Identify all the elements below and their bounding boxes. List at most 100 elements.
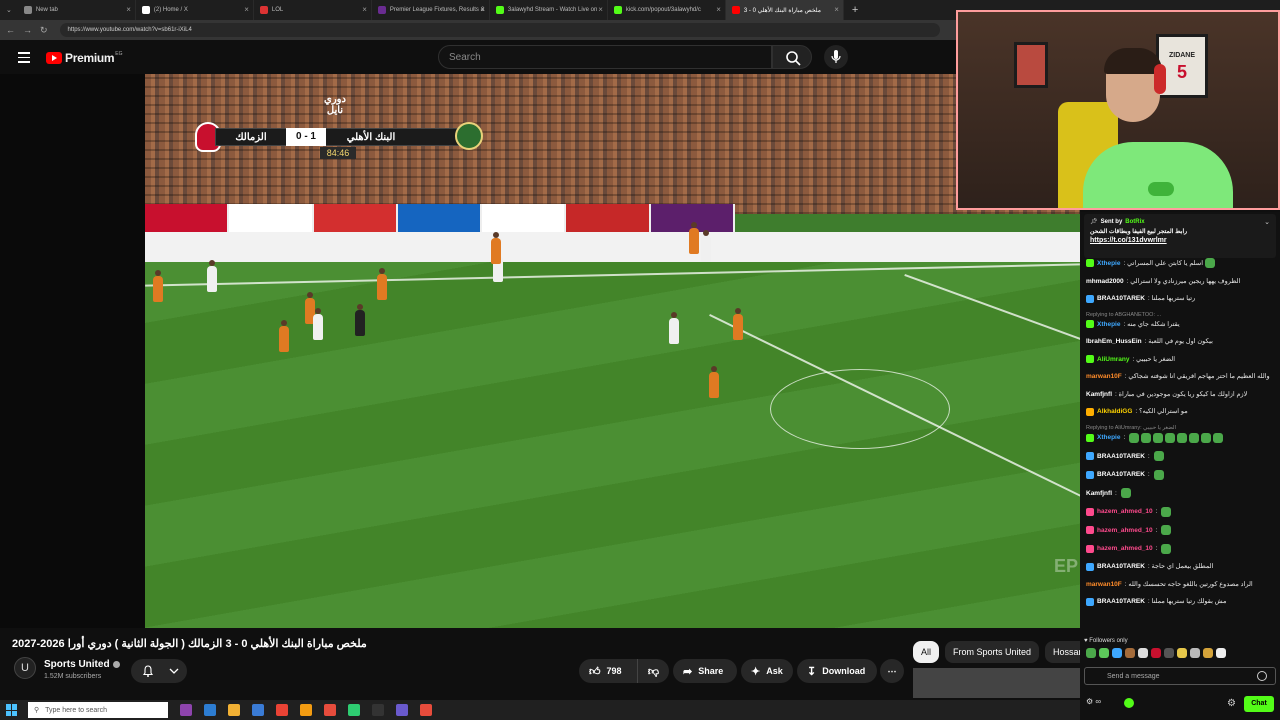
chat-username[interactable]: hazem_ahmed_10: [1097, 544, 1153, 553]
emote[interactable]: [1099, 648, 1109, 658]
browser-tab[interactable]: Premier League Fixtures, Results & ×: [372, 0, 490, 20]
headset: [1154, 64, 1166, 94]
browser-tab[interactable]: kick.com/popout/3alawyhd/c ×: [608, 0, 726, 20]
microphone-icon: [831, 50, 841, 63]
tab-favicon-icon: [141, 6, 150, 14]
browser-tab[interactable]: LOL ×: [254, 0, 372, 20]
taskbar-app-icon[interactable]: [204, 704, 216, 716]
dislike-button[interactable]: 👎︎: [637, 659, 669, 683]
chat-username[interactable]: marwan10F: [1086, 580, 1122, 589]
emote[interactable]: [1151, 648, 1161, 658]
chat-emote: [1165, 432, 1176, 443]
pinned-collapse-icon[interactable]: ⌄: [1264, 218, 1270, 226]
browser-tab[interactable]: 3alawyhd Stream - Watch Live on ×: [490, 0, 608, 20]
taskbar-app-icon[interactable]: [348, 704, 360, 716]
taskbar-app-icon[interactable]: [396, 704, 408, 716]
pinned-link[interactable]: https://t.co/131dvwrlmr: [1090, 237, 1270, 244]
close-tab-icon[interactable]: ×: [244, 5, 249, 14]
back-icon[interactable]: ←: [6, 25, 15, 35]
emoji-picker-icon[interactable]: [1257, 671, 1267, 681]
send-placeholder: Send a message: [1107, 672, 1160, 680]
windows-start-icon[interactable]: [6, 704, 18, 716]
chat-message-input[interactable]: Send a message: [1084, 667, 1276, 685]
recommended-video-thumbnail[interactable]: [913, 668, 1080, 698]
emote[interactable]: [1125, 648, 1135, 658]
chat-username[interactable]: Xthepie: [1097, 433, 1120, 442]
taskbar-app-icon[interactable]: [300, 704, 312, 716]
chat-username[interactable]: BRAA10TAREK: [1097, 597, 1145, 606]
browser-tab[interactable]: ملخص مباراة البنك الأهلي 0 - 3 ×: [725, 0, 844, 20]
close-tab-icon[interactable]: ×: [362, 5, 367, 14]
settings-icon[interactable]: ⚙︎: [1227, 698, 1236, 709]
emote[interactable]: [1216, 648, 1226, 658]
chat-send-button[interactable]: Chat: [1244, 696, 1274, 712]
chat-emote: [1189, 432, 1200, 443]
search-button[interactable]: [772, 45, 812, 69]
filter-chip[interactable]: From Sports United: [945, 641, 1040, 663]
close-tab-icon[interactable]: ×: [126, 5, 131, 14]
taskbar-app-icon[interactable]: [324, 704, 336, 716]
ask-button[interactable]: ✦ Ask: [741, 659, 793, 683]
like-button[interactable]: 👍︎ 798: [579, 659, 637, 683]
chat-username[interactable]: hazem_ahmed_10: [1097, 526, 1153, 535]
emote[interactable]: [1177, 648, 1187, 658]
browser-tab[interactable]: (2) Home / X ×: [136, 0, 254, 20]
channel-avatar[interactable]: U: [14, 657, 36, 679]
new-tab-icon[interactable]: +: [852, 4, 858, 16]
taskbar-app-icon[interactable]: [252, 704, 264, 716]
emote[interactable]: [1138, 648, 1148, 658]
chat-username[interactable]: BRAA10TAREK: [1097, 294, 1145, 303]
forward-icon[interactable]: →: [23, 25, 32, 35]
browser-tab[interactable]: New tab ×: [18, 0, 136, 20]
taskbar-app-icon[interactable]: [180, 704, 192, 716]
chat-username[interactable]: BRAA10TAREK: [1097, 562, 1145, 571]
youtube-logo[interactable]: Premium EG: [46, 51, 123, 65]
chat-username[interactable]: AliUmrany: [1097, 355, 1130, 364]
tab-title: LOL: [271, 7, 284, 13]
sparkle-icon: ✦: [751, 665, 761, 678]
chat-username[interactable]: Xthepie: [1097, 259, 1120, 268]
subscribed-bell-button[interactable]: [131, 659, 187, 683]
close-tab-icon[interactable]: ×: [598, 5, 603, 14]
menu-icon[interactable]: [18, 52, 30, 66]
chat-username[interactable]: IbrahEm_HussEin: [1086, 337, 1142, 346]
url-field[interactable]: https://www.youtube.com/watch?v=sb61r-iX…: [59, 23, 940, 37]
close-tab-icon[interactable]: ×: [716, 5, 721, 14]
emote[interactable]: [1164, 648, 1174, 658]
more-actions-button[interactable]: ⋯: [880, 659, 904, 683]
chat-username[interactable]: Xthepie: [1097, 320, 1120, 329]
pinned-message[interactable]: 📌︎ Sent by BotRix رابط المتجر لبيع الفيف…: [1084, 214, 1276, 258]
search-input[interactable]: Search: [438, 45, 772, 69]
chat-username[interactable]: hazem_ahmed_10: [1097, 507, 1153, 516]
emote[interactable]: [1112, 648, 1122, 658]
taskbar-app-icon[interactable]: [228, 704, 240, 716]
emote-bar: [1086, 648, 1229, 658]
taskbar-app-icon[interactable]: [420, 704, 432, 716]
channel-name[interactable]: Sports United: [44, 659, 120, 670]
chat-username[interactable]: Kamfjnfl: [1086, 390, 1112, 399]
chat-tools-icon[interactable]: ⚙︎ ∞: [1086, 697, 1101, 706]
close-tab-icon[interactable]: ×: [480, 5, 485, 14]
emote[interactable]: [1203, 648, 1213, 658]
emote[interactable]: [1086, 648, 1096, 658]
chat-colon: :: [1155, 526, 1158, 534]
download-button[interactable]: ↧ Download: [797, 659, 877, 683]
taskbar-app-icon[interactable]: [372, 704, 384, 716]
emote[interactable]: [1190, 648, 1200, 658]
chat-message: hazem_ahmed_10:: [1086, 506, 1278, 517]
pinned-sender: 📌︎ Sent by BotRix: [1090, 218, 1270, 226]
chat-username[interactable]: AlkhaldiGG: [1097, 407, 1132, 416]
voice-search-button[interactable]: [824, 45, 848, 69]
chat-username[interactable]: mhmad2000: [1086, 277, 1124, 286]
chat-username[interactable]: marwan10F: [1086, 372, 1122, 381]
filter-chip[interactable]: All: [913, 641, 940, 663]
taskbar-search[interactable]: ⚲ Type here to search: [28, 702, 168, 718]
chat-username[interactable]: BRAA10TAREK: [1097, 470, 1145, 479]
share-button[interactable]: ➦ Share: [673, 659, 737, 683]
close-tab-icon[interactable]: ×: [834, 5, 839, 14]
reload-icon[interactable]: ↻: [40, 25, 48, 36]
chat-username[interactable]: Kamfjnfl: [1086, 489, 1112, 498]
tab-search-icon[interactable]: ⌄: [6, 6, 12, 14]
chat-username[interactable]: BRAA10TAREK: [1097, 452, 1145, 461]
taskbar-app-icon[interactable]: [276, 704, 288, 716]
